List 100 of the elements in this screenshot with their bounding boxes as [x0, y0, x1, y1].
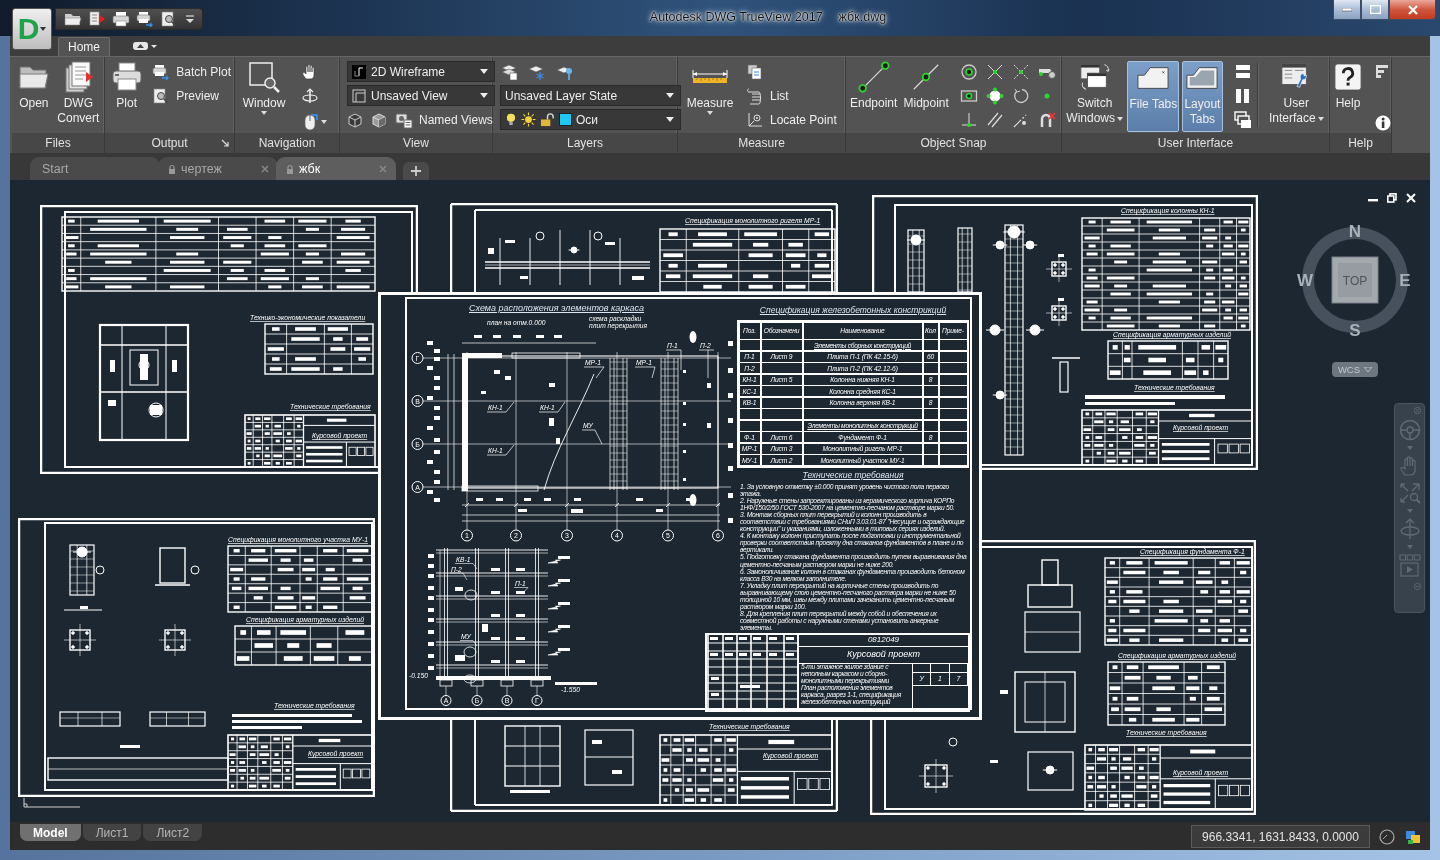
- table-cell: [939, 363, 967, 373]
- requirements-title: Технические требования: [801, 469, 905, 481]
- caret-icon: [1317, 116, 1324, 121]
- table-cell: [939, 409, 967, 419]
- maximize-button[interactable]: [1361, 0, 1389, 20]
- mouse-arrow-icon[interactable]: [301, 112, 319, 131]
- table-cell: [761, 409, 802, 419]
- layer-dropdown[interactable]: Оси: [500, 109, 681, 130]
- page-stack-icon[interactable]: [746, 62, 764, 81]
- panel-title: Help: [1348, 136, 1373, 150]
- open-button[interactable]: Open: [15, 61, 53, 132]
- page-magnifier-icon[interactable]: [160, 11, 178, 27]
- orbit-icon[interactable]: [301, 87, 319, 105]
- file-tab[interactable]: Start: [30, 157, 160, 180]
- caret-icon: [666, 117, 674, 122]
- restore-icon[interactable]: [1387, 193, 1397, 203]
- table-cell: [923, 386, 938, 396]
- ucs-icon: [22, 797, 80, 809]
- help-button[interactable]: Help: [1333, 61, 1363, 132]
- layout-tab[interactable]: Лист1: [82, 824, 142, 841]
- caret-icon[interactable]: [321, 119, 327, 124]
- caret-icon: [1117, 116, 1124, 121]
- caret-icon: [480, 69, 488, 74]
- named-view-dropdown[interactable]: Unsaved View: [347, 85, 495, 106]
- panel-title: View: [403, 136, 429, 150]
- cube-icon[interactable]: [347, 111, 363, 128]
- layout-tab[interactable]: Лист2: [143, 824, 203, 841]
- table-cell: [739, 420, 760, 431]
- table-cell: [923, 443, 938, 454]
- printer-arrow-icon[interactable]: [136, 11, 154, 27]
- endpoint-button[interactable]: Endpoint: [849, 61, 899, 132]
- drawing-code: 0812049: [799, 635, 968, 648]
- circle-slash-icon[interactable]: [1378, 827, 1396, 846]
- magnet-icon[interactable]: [1038, 110, 1056, 129]
- visual-style-dropdown[interactable]: 2D Wireframe: [347, 61, 495, 82]
- compass-direction: E: [1399, 271, 1411, 290]
- padlock-icon: [168, 163, 176, 174]
- view-icon: [352, 88, 366, 103]
- diagonal-arrow-icon[interactable]: [221, 139, 229, 147]
- user-interface-button[interactable]: User Interface: [1266, 61, 1326, 132]
- dashed-cross-icon[interactable]: [1012, 62, 1030, 81]
- leader-line: [665, 349, 682, 370]
- table-cell: [939, 397, 967, 408]
- table-cell: [939, 443, 967, 454]
- circle-arrow-icon[interactable]: [1012, 86, 1030, 105]
- minimize-button[interactable]: [1333, 0, 1361, 20]
- layer-state-dropdown[interactable]: Unsaved Layer State: [500, 85, 681, 106]
- coordinates-display: 966.3341, 1631.8433, 0.0000: [1191, 825, 1370, 848]
- file-tab[interactable]: чертеж: [158, 157, 278, 180]
- leader-line: [486, 401, 515, 412]
- vertical-tiles-icon[interactable]: [1233, 87, 1252, 105]
- new-tab-button[interactable]: [403, 162, 429, 180]
- plot-button[interactable]: Plot: [108, 61, 146, 132]
- parallel-lines-icon[interactable]: [986, 110, 1004, 129]
- compass-direction: N: [1348, 222, 1362, 241]
- dwg-convert-button[interactable]: DWG Convert: [55, 61, 101, 132]
- ribbon-tab[interactable]: Home: [58, 37, 110, 56]
- pill-caret-icon[interactable]: [132, 40, 158, 52]
- panel-title: Layers: [567, 136, 603, 150]
- close-button[interactable]: [1389, 0, 1436, 20]
- cross-dot-icon[interactable]: [986, 62, 1004, 81]
- table-cell: [761, 363, 802, 373]
- perpendicular-icon[interactable]: [960, 110, 978, 129]
- question-mark-icon: [1334, 61, 1362, 93]
- locate-point-button[interactable]: Locate Point: [746, 109, 837, 130]
- circle-dot-icon[interactable]: [960, 62, 978, 81]
- layer-stack-icon[interactable]: [500, 62, 518, 81]
- named-views-button[interactable]: Named Views: [395, 109, 493, 130]
- table-cell: [939, 386, 967, 396]
- info-icon[interactable]: [1374, 114, 1392, 132]
- camera-list-icon: [395, 110, 413, 129]
- document-arrow-icon[interactable]: [88, 11, 106, 27]
- diamond-dots-icon[interactable]: [986, 86, 1004, 105]
- caret-icon: [480, 93, 488, 98]
- plus-icon: [411, 166, 421, 176]
- folder-icon[interactable]: [64, 11, 82, 27]
- printer-icon[interactable]: [112, 11, 130, 27]
- measure-button[interactable]: Measure: [681, 61, 739, 132]
- window-button[interactable]: Window: [238, 61, 290, 132]
- leader-line: [513, 586, 529, 594]
- page-magnifier-icon: [152, 87, 171, 104]
- preview-button[interactable]: Preview: [152, 85, 231, 106]
- list-button[interactable]: List: [746, 85, 837, 106]
- plan-title: Схема расположения элементов каркаса: [469, 301, 645, 314]
- shaded-cube-icon[interactable]: [371, 111, 387, 128]
- table-cell: [739, 340, 760, 350]
- close-icon: [1407, 4, 1418, 15]
- batch-plot-button[interactable]: Batch Plot: [152, 61, 231, 82]
- file-tab[interactable]: жбк: [276, 157, 396, 180]
- switch-windows-button[interactable]: Switch Windows: [1065, 61, 1125, 132]
- minimize-icon: [1342, 7, 1352, 12]
- leader-line: [449, 572, 468, 580]
- midpoint-button[interactable]: Midpoint: [901, 61, 951, 132]
- layout-tab[interactable]: Model: [20, 824, 81, 841]
- horizontal-tiles-icon[interactable]: [1233, 63, 1252, 81]
- cascade-icon[interactable]: [1233, 111, 1252, 129]
- leader-line: [459, 639, 478, 646]
- leader-line: [486, 444, 515, 455]
- leader-line: [581, 429, 603, 444]
- padlock-icon: [286, 163, 294, 174]
